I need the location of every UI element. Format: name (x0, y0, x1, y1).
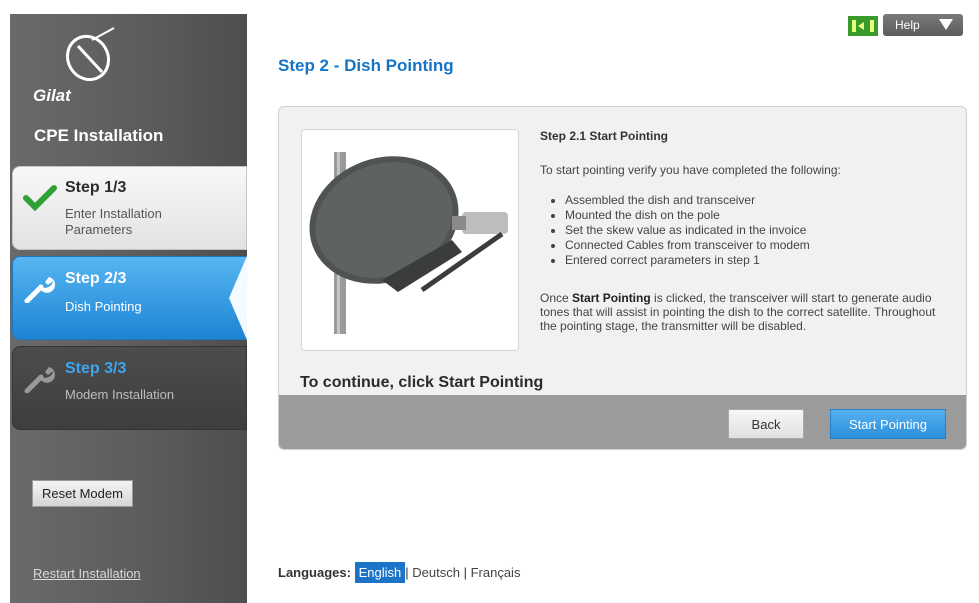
step-title: Step 1/3 (65, 179, 127, 196)
checklist-item: Mounted the dish on the pole (565, 208, 810, 223)
help-dropdown[interactable]: Help (883, 14, 963, 36)
connection-arrows-icon (852, 20, 874, 32)
languages-label: Languages: (278, 565, 351, 580)
language-francais[interactable]: Français (471, 565, 521, 580)
satellite-logo-icon (65, 27, 115, 82)
checklist-item: Assembled the dish and transceiver (565, 193, 810, 208)
language-selector: Languages: English | Deutsch | Français (278, 562, 521, 583)
step-item-3[interactable]: Step 3/3 Modem Installation (12, 346, 247, 430)
step-subtitle: Dish Pointing (65, 299, 142, 314)
sidebar-title: CPE Installation (34, 126, 164, 145)
checklist: Assembled the dish and transceiver Mount… (565, 193, 810, 268)
help-label: Help (895, 18, 920, 32)
wrench-icon (24, 277, 55, 303)
step-title: Step 2/3 (65, 270, 127, 287)
step-subtitle: Enter Installation Parameters (65, 206, 162, 237)
pointing-note: Once Start Pointing is clicked, the tran… (540, 291, 940, 333)
chevron-down-icon (939, 19, 953, 30)
step-subtitle: Modem Installation (65, 387, 175, 402)
restart-installation-link[interactable]: Restart Installation (33, 566, 141, 581)
checklist-item: Entered correct parameters in step 1 (565, 253, 810, 268)
language-deutsch[interactable]: Deutsch (412, 565, 460, 580)
step-item-2[interactable]: Step 2/3 Dish Pointing (12, 256, 247, 340)
checklist-item: Set the skew value as indicated in the i… (565, 223, 810, 238)
continue-instruction: To continue, click Start Pointing (300, 374, 544, 391)
connection-status-icon[interactable] (848, 16, 878, 36)
note-prefix: Once (540, 291, 573, 305)
action-bar: Back Start Pointing (279, 395, 966, 449)
language-separator: | (463, 565, 467, 580)
language-english[interactable]: English (354, 562, 406, 583)
note-bold: Start Pointing (572, 291, 651, 305)
section-title: Step 2.1 Start Pointing (540, 129, 669, 143)
satellite-dish-icon (309, 152, 508, 334)
intro-text: To start pointing verify you have comple… (540, 163, 841, 177)
start-pointing-button[interactable]: Start Pointing (830, 409, 946, 439)
dish-image (301, 129, 519, 351)
main-panel: Step 2.1 Start Pointing To start pointin… (278, 106, 967, 450)
step-item-1[interactable]: Step 1/3 Enter Installation Parameters (12, 166, 247, 250)
language-separator: | (405, 565, 409, 580)
page-title: Step 2 - Dish Pointing (278, 56, 454, 75)
logo-text: Gilat (33, 86, 71, 105)
active-step-notch (229, 256, 247, 340)
checkmark-icon (23, 185, 57, 212)
step-title: Step 3/3 (65, 360, 127, 377)
reset-modem-button[interactable]: Reset Modem (32, 480, 133, 507)
checklist-item: Connected Cables from transceiver to mod… (565, 238, 810, 253)
back-button[interactable]: Back (728, 409, 804, 439)
wrench-icon (24, 367, 55, 393)
